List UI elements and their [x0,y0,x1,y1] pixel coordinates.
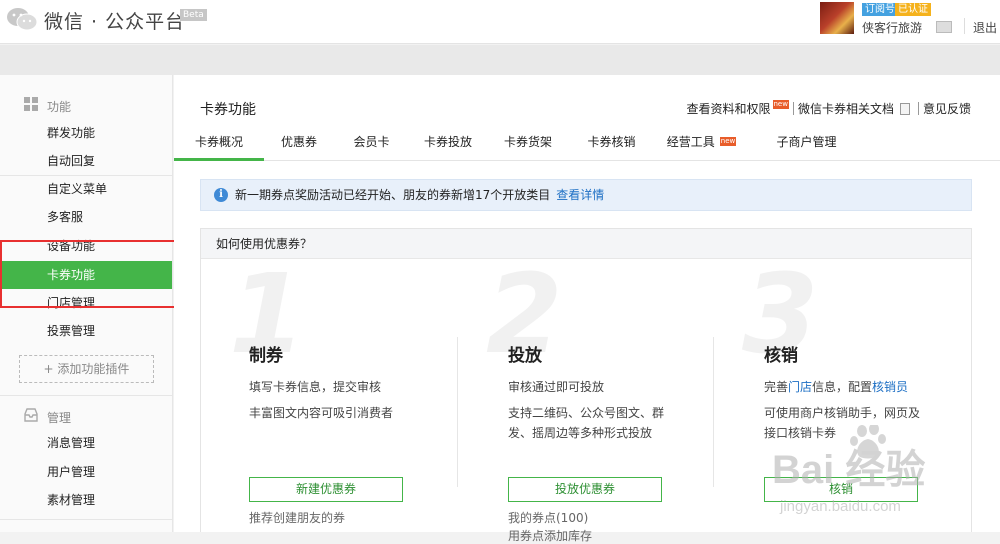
sidebar-item-auto-reply[interactable]: 自动回复 [0,147,172,175]
step-title: 制券 [249,346,283,366]
tab-overview[interactable]: 卡券概况 [174,127,264,161]
divider [0,395,172,396]
notice-text: 新一期券点奖励活动已经开始、朋友的券新增17个开放类目 [235,188,551,202]
document-icon [899,102,910,115]
deliver-coupon-button[interactable]: 投放优惠券 [508,477,662,502]
section-title-function: 功能 [47,100,72,114]
my-points-link[interactable]: 我的券点(100) [508,509,588,526]
step-deliver: 2 投放 审核通过即可投放 支持二维码、公众号图文、群发、摇周边等多种形式投放 … [458,259,715,543]
new-badge: new [772,100,789,109]
sidebar-item-mass-send[interactable]: 群发功能 [0,119,172,147]
baidu-watermark: Bai 经验 jingyan.baidu.com [772,425,925,515]
top-links: 查看资料和权限 new 微信卡券相关文档 意见反馈 [686,100,971,117]
create-coupon-button[interactable]: 新建优惠券 [249,477,403,502]
avatar[interactable] [820,2,854,34]
step-desc: 审核通过即可投放 [508,380,605,394]
sidebar-item-users[interactable]: 用户管理 [0,458,172,486]
sidebar-item-messages[interactable]: 消息管理 [0,429,172,457]
step-desc: 填写卡券信息，提交审核 [249,380,382,394]
account-name[interactable]: 侠客行旅游 [862,19,922,36]
tab-bar: 卡券概况 优惠券 会员卡 卡券投放 卡券货架 卡券核销 经营工具 new 子商户管… [174,127,1000,161]
step-title: 投放 [508,346,542,366]
step-sub-text: 用券点添加库存 [508,529,593,543]
feedback-link[interactable]: 意见反馈 [923,100,971,117]
grid-icon [24,97,38,111]
sidebar-item-materials[interactable]: 素材管理 [0,486,172,514]
notice-bar: i 新一期券点奖励活动已经开始、朋友的券新增17个开放类目 查看详情 [200,179,972,211]
notice-details-link[interactable]: 查看详情 [556,188,604,202]
view-permissions-link[interactable]: 查看资料和权限 new [686,100,789,117]
divider [964,18,965,34]
beta-badge: Beta [180,9,207,21]
inbox-icon [24,408,38,422]
sidebar-item-custom-menu[interactable]: 自定义菜单 [0,175,172,203]
panel-title: 如何使用优惠券？ [201,229,971,259]
redeemer-link[interactable]: 核销员 [872,380,908,394]
logout-link[interactable]: 退出 [973,19,997,36]
verified-badge: 已认证 [895,3,931,16]
divider [0,519,172,520]
tab-card-redemption[interactable]: 卡券核销 [569,127,654,161]
step-title: 核销 [764,346,798,366]
view-permissions-label: 查看资料和权限 [686,102,771,116]
header-band [0,45,1000,75]
section-title-manage: 管理 [47,411,72,425]
step-desc: 支持二维码、公众号图文、群发、摇周边等多种形式投放 [508,406,665,440]
tab-business-tools[interactable]: 经营工具 new [654,127,749,161]
desc-text: 完善 [764,380,789,394]
docs-link[interactable]: 微信卡券相关文档 [798,100,894,117]
step-desc: 完善门店信息，配置核销员 [764,377,964,397]
info-icon: i [214,188,228,202]
store-link[interactable]: 门店 [788,380,812,394]
tab-sub-merchant[interactable]: 子商户管理 [759,127,854,161]
tab-coupons[interactable]: 优惠券 [264,127,334,161]
brand-title[interactable]: 微信 · 公众平台 [44,7,185,34]
highlight-box [0,240,202,308]
add-plugin-label: 添加功能插件 [57,362,130,376]
watermark-url: jingyan.baidu.com [779,498,901,515]
top-bar: 微信 · 公众平台 Beta 订阅号 已认证 侠客行旅游 退出 [0,0,1000,44]
sidebar-item-customer-service[interactable]: 多客服 [0,203,172,231]
business-tools-label: 经营工具 [666,135,715,149]
mail-icon[interactable] [936,21,952,33]
page-title: 卡券功能 [200,102,256,118]
tab-member-card[interactable]: 会员卡 [334,127,409,161]
tab-card-shelf[interactable]: 卡券货架 [487,127,569,161]
step-sub-text: 推荐创建朋友的券 [249,511,346,525]
divider [917,102,919,115]
wechat-logo-icon [7,8,38,31]
step-desc: 丰富图文内容可吸引消费者 [249,406,394,420]
desc-text: 信息，配置 [812,380,873,394]
plus-icon: + [43,362,58,376]
tab-card-delivery[interactable]: 卡券投放 [409,127,487,161]
watermark-text: Bai 经验 [772,448,925,492]
add-plugin-button[interactable]: + 添加功能插件 [19,355,154,383]
step-create: 1 制券 填写卡券信息，提交审核 丰富图文内容可吸引消费者 新建优惠券 推荐创建… [201,259,458,533]
new-badge: new [719,137,737,146]
account-type-badge: 订阅号 [862,3,898,16]
sidebar-item-voting[interactable]: 投票管理 [0,317,172,345]
divider [792,102,794,115]
